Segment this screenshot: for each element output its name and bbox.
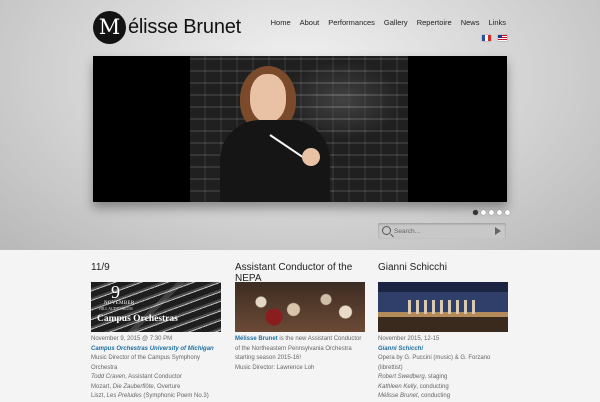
orchestra-photo-thumbnail[interactable] bbox=[235, 282, 365, 332]
search-icon bbox=[382, 226, 391, 235]
slider-pagination bbox=[473, 210, 510, 215]
event-line: Kathleen Kelly, conducting bbox=[378, 383, 508, 393]
slider-dot[interactable] bbox=[505, 210, 510, 215]
event-line: Mozart, Die Zauberflöte, Overture bbox=[91, 383, 221, 393]
photo-hand bbox=[302, 148, 320, 166]
column-title: Gianni Schicchi bbox=[378, 262, 447, 273]
column-text: Mélisse Brunet is the new Assistant Cond… bbox=[235, 335, 365, 373]
person-role: , conducting bbox=[416, 383, 449, 390]
slider-dot[interactable] bbox=[497, 210, 502, 215]
person-name: Todd Craven bbox=[91, 374, 126, 380]
poster-day: 9 bbox=[111, 282, 120, 302]
slider-dot[interactable] bbox=[473, 210, 478, 215]
event-date: November 2015, 12-15 bbox=[378, 336, 440, 342]
composer: Mozart, bbox=[91, 383, 113, 390]
news-column-opera: Gianni Schicchi November 2015, 12-15 Gia… bbox=[378, 262, 508, 402]
poster-name: Campus Orchestras bbox=[97, 314, 178, 324]
site-logo[interactable]: M élisse Brunet bbox=[93, 10, 241, 44]
hero-slider[interactable] bbox=[93, 56, 507, 202]
column-text: November 2015, 12-15 Gianni Schicchi Ope… bbox=[378, 335, 508, 402]
event-link[interactable]: Campus Orchestras University of Michigan bbox=[91, 346, 214, 352]
music-director: Music Director: Lawrence Loh bbox=[235, 364, 315, 371]
poster-month: NOVEMBER bbox=[104, 301, 135, 306]
work-title: Die Zauberflöte bbox=[112, 383, 154, 390]
slider-dot[interactable] bbox=[481, 210, 486, 215]
event-line: Music Director of the Campus Symphony Or… bbox=[91, 355, 201, 371]
campus-orchestras-thumbnail[interactable]: 9 NOVEMBER HILL AUDITORIUM Campus Orches… bbox=[91, 282, 221, 332]
news-column-nepa: Assistant Conductor of the NEPA Mélisse … bbox=[235, 262, 365, 373]
logo-monogram: M bbox=[93, 10, 126, 44]
us-flag-icon[interactable] bbox=[498, 35, 507, 41]
person-name: Robert Swedberg bbox=[378, 374, 425, 380]
opera-stage-thumbnail[interactable] bbox=[378, 282, 508, 332]
french-flag-icon[interactable] bbox=[482, 35, 491, 41]
language-switcher bbox=[482, 35, 507, 41]
nav-gallery[interactable]: Gallery bbox=[384, 18, 408, 27]
nav-performances[interactable]: Performances bbox=[328, 18, 375, 27]
event-line: Mélisse Brunet, conducting bbox=[378, 392, 508, 402]
logo-text: élisse Brunet bbox=[128, 15, 242, 38]
person-role: , Assistant Conductor bbox=[125, 374, 182, 380]
main-nav: Home About Performances Gallery Repertoi… bbox=[271, 18, 506, 27]
composer: Liszt, bbox=[91, 393, 107, 399]
news-paragraph: Mélisse Brunet is the new Assistant Cond… bbox=[235, 335, 365, 364]
slider-dot[interactable] bbox=[489, 210, 494, 215]
search-box bbox=[378, 223, 506, 239]
person-name: Mélisse Brunet bbox=[378, 393, 418, 399]
work-title: Les Preludes bbox=[106, 393, 142, 399]
work-detail: , Overture bbox=[153, 383, 181, 390]
nav-about[interactable]: About bbox=[300, 18, 320, 27]
conductor-photo bbox=[190, 56, 408, 202]
event-line: Liszt, Les Preludes (Symphonic Poem No.3… bbox=[91, 392, 221, 402]
nav-links[interactable]: Links bbox=[488, 18, 506, 27]
event-link[interactable]: Gianni Schicchi bbox=[378, 346, 423, 352]
event-line: Opera by G. Puccini (music) & G. Forzano… bbox=[378, 355, 491, 371]
person-role: , conducting bbox=[417, 393, 451, 399]
work-detail: (Symphonic Poem No.3) bbox=[141, 393, 209, 399]
poster-venue: HILL AUDITORIUM bbox=[99, 307, 133, 311]
event-date: November 9, 2015 @ 7:30 PM bbox=[91, 336, 173, 342]
nav-repertoire[interactable]: Repertoire bbox=[417, 18, 452, 27]
event-line: Robert Swedberg, staging bbox=[378, 373, 508, 383]
event-line: Todd Craven, Assistant Conductor bbox=[91, 373, 221, 383]
person-role: , staging bbox=[424, 374, 448, 380]
column-title: 11/9 bbox=[91, 262, 110, 273]
search-submit-icon[interactable] bbox=[495, 227, 501, 235]
column-title: Assistant Conductor of the NEPA bbox=[235, 262, 353, 284]
person-name: Kathleen Kelly bbox=[378, 383, 417, 390]
column-text: November 9, 2015 @ 7:30 PM Campus Orches… bbox=[91, 335, 221, 402]
photo-face bbox=[250, 74, 286, 122]
nav-home[interactable]: Home bbox=[271, 18, 291, 27]
artist-name: Mélisse Brunet bbox=[235, 336, 278, 342]
news-column-concert: 11/9 9 NOVEMBER HILL AUDITORIUM Campus O… bbox=[91, 262, 221, 402]
nav-news[interactable]: News bbox=[461, 18, 480, 27]
search-input[interactable] bbox=[392, 224, 489, 238]
